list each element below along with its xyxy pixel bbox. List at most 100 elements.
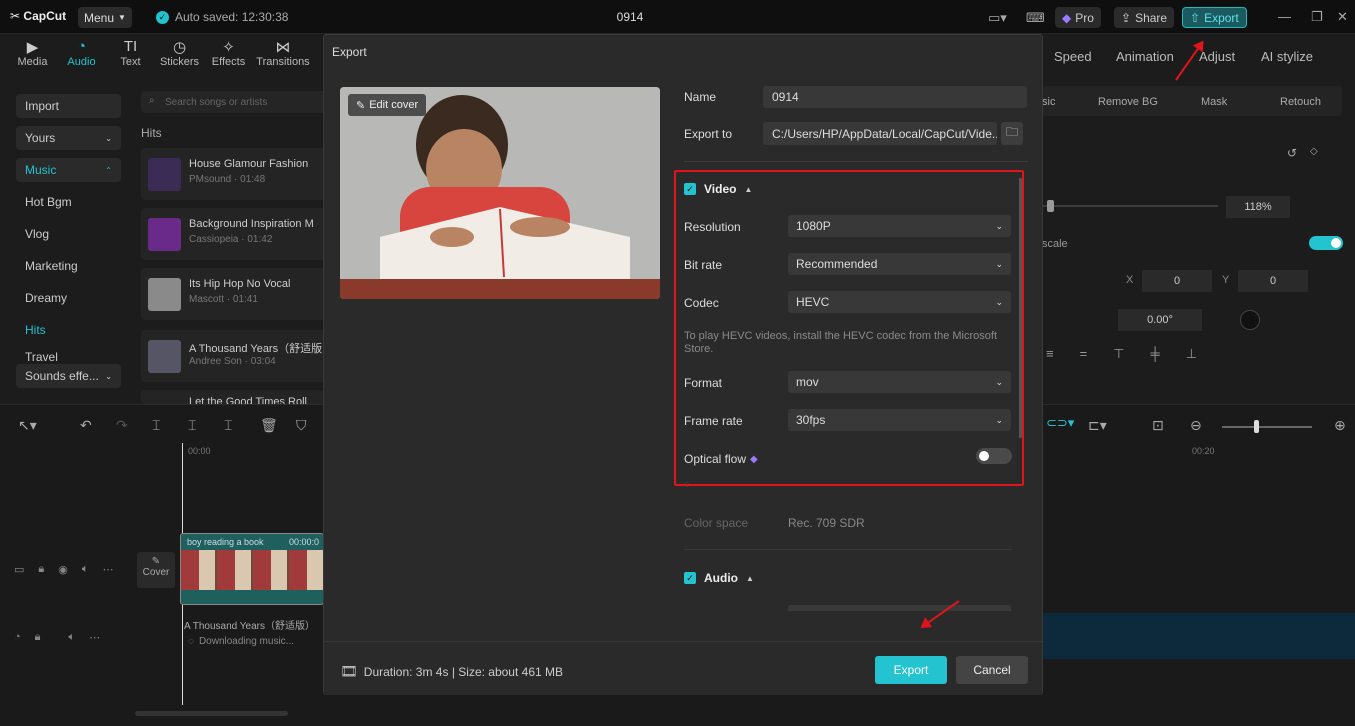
list-item[interactable]: Let the Good Times Roll (141, 390, 331, 404)
cancel-button[interactable]: Cancel (956, 656, 1028, 684)
folder-icon[interactable]: 🗀 (1001, 122, 1023, 145)
split-right-icon[interactable]: ⌶ (224, 417, 232, 434)
more-icon[interactable]: ⋯ (102, 563, 113, 576)
maximize-icon[interactable]: ❐ (1311, 9, 1323, 25)
redo-icon[interactable]: ↷ (116, 417, 128, 434)
undo-icon[interactable]: ↶ (80, 417, 92, 434)
tab-ai-stylize[interactable]: AI stylize (1261, 49, 1313, 64)
zoom-out-icon[interactable]: ⊖ (1190, 417, 1202, 434)
horizontal-scrollbar[interactable] (135, 711, 288, 716)
lock-icon[interactable]: 🔒︎ (38, 563, 44, 576)
rotation-dial[interactable] (1240, 310, 1260, 330)
split-left-icon[interactable]: ⌶ (188, 417, 196, 434)
category-dreamy[interactable]: Dreamy (16, 286, 121, 310)
audio-clip-region[interactable] (1042, 613, 1355, 659)
align-right-icon[interactable]: = (1080, 346, 1088, 368)
list-item[interactable]: A Thousand Years（舒适版 Andree Son · 03:04 (141, 330, 331, 382)
optical-flow-label: Optical flow (684, 452, 747, 466)
category-travel[interactable]: Travel (16, 350, 121, 364)
subtab-remove-bg[interactable]: Remove BG (1098, 96, 1158, 108)
video-section-header[interactable]: ✓ Video ▲ (684, 182, 752, 196)
tab-adjust[interactable]: Adjust (1199, 49, 1235, 64)
tab-text[interactable]: TI Text (106, 38, 155, 74)
tab-transitions[interactable]: ⋈ Transitions (253, 38, 313, 74)
align-center-icon[interactable]: ≡ (1046, 346, 1054, 368)
zoom-in-icon[interactable]: ⊕ (1334, 417, 1346, 434)
export-button-top[interactable]: ⇧ Export (1182, 7, 1247, 28)
scale-value[interactable]: 118% (1226, 196, 1290, 218)
bitrate-select[interactable]: Recommended ⌄ (788, 253, 1011, 275)
reset-icon[interactable]: ↺ (1287, 146, 1297, 160)
close-icon[interactable]: ✕ (1337, 9, 1348, 25)
align-bottom-icon[interactable]: ⊥ (1186, 346, 1197, 368)
audio-format-select[interactable] (788, 605, 1011, 611)
framerate-select[interactable]: 30fps ⌄ (788, 409, 1011, 431)
preview-axis-icon[interactable]: ⊡ (1152, 417, 1164, 434)
video-checkbox[interactable]: ✓ (684, 183, 696, 195)
list-item[interactable]: House Glamour Fashion PMsound · 01:48 (141, 148, 331, 200)
share-button[interactable]: ⇪ Share (1114, 7, 1175, 28)
format-select[interactable]: mov ⌄ (788, 371, 1011, 393)
category-hot-bgm[interactable]: Hot Bgm (16, 190, 121, 214)
subtab-mask[interactable]: Mask (1201, 96, 1227, 108)
more-icon[interactable]: ⋯ (89, 631, 100, 644)
optical-flow-toggle[interactable] (976, 448, 1012, 464)
layout-icon[interactable]: ▭▾ (988, 10, 1007, 26)
list-item[interactable]: Background Inspiration M Cassiopeia · 01:… (141, 208, 331, 260)
x-input[interactable]: 0 (1142, 270, 1212, 292)
zoom-slider-handle[interactable] (1254, 420, 1259, 433)
eye-icon[interactable]: ◉ (58, 563, 68, 576)
export-path-input[interactable]: C:/Users/HP/AppData/Local/CapCut/Vide... (763, 122, 997, 145)
keyframe-icon[interactable]: ◇ (1310, 146, 1318, 157)
link-icon[interactable]: ⊏▾ (1088, 417, 1107, 434)
tab-speed[interactable]: Speed (1054, 49, 1092, 64)
menu-button[interactable]: Menu ▼ (78, 7, 132, 28)
volume-icon[interactable]: 🔈︎ (82, 563, 89, 576)
category-hits[interactable]: Hits (16, 318, 121, 342)
subtab-basic[interactable]: sic (1042, 96, 1055, 108)
align-middle-icon[interactable]: ╪ (1151, 346, 1160, 368)
rotation-input[interactable]: 0.00° (1118, 309, 1202, 331)
magnet-icon[interactable]: ⊂⊃▾ (1046, 415, 1074, 431)
minimize-icon[interactable]: — (1278, 9, 1291, 24)
select-tool-icon[interactable]: ↖▾ (18, 417, 37, 434)
video-clip[interactable]: boy reading a book 00:00:0 (180, 533, 324, 605)
tab-media[interactable]: ▶ Media (8, 38, 57, 74)
cover-button[interactable]: ✎ Cover (137, 552, 175, 588)
uniform-scale-toggle[interactable] (1309, 236, 1343, 250)
audio-checkbox[interactable]: ✓ (684, 572, 696, 584)
scale-slider-handle[interactable] (1047, 200, 1054, 212)
search-input[interactable]: ⌕ Search songs or artists (141, 91, 331, 113)
codec-select[interactable]: HEVC ⌄ (788, 291, 1011, 313)
category-yours[interactable]: Yours ⌄ (16, 126, 121, 150)
list-item[interactable]: Its Hip Hop No Vocal Mascott · 01:41 (141, 268, 331, 320)
name-input[interactable]: 0914 (763, 86, 1027, 108)
subtab-retouch[interactable]: Retouch (1280, 96, 1321, 108)
tab-animation[interactable]: Animation (1116, 49, 1174, 64)
pro-button[interactable]: ◆ Pro (1055, 7, 1101, 28)
audio-section-header[interactable]: ✓ Audio ▲ (684, 571, 754, 585)
tab-stickers[interactable]: ◷ Stickers (155, 38, 204, 74)
export-button[interactable]: Export (875, 656, 947, 684)
edit-cover-button[interactable]: ✎ Edit cover (348, 94, 427, 116)
scale-slider[interactable] (1042, 205, 1218, 207)
y-input[interactable]: 0 (1238, 270, 1308, 292)
category-import[interactable]: Import (16, 94, 121, 118)
keyboard-icon[interactable]: ⌨ (1026, 10, 1045, 26)
align-top-icon[interactable]: ⊤ (1113, 346, 1124, 368)
category-sounds-effects[interactable]: Sounds effe... ⌄ (16, 364, 121, 388)
lock-icon[interactable]: 🔒︎ (35, 631, 41, 644)
tab-audio[interactable]: ◔ Audio (57, 38, 106, 74)
dialog-scrollbar[interactable] (1019, 178, 1022, 438)
category-label: Music (25, 163, 57, 177)
split-icon[interactable]: ⌶ (152, 417, 160, 434)
marker-icon[interactable]: ⛉ (296, 417, 307, 434)
delete-icon[interactable]: 🗑 (260, 417, 278, 434)
category-music[interactable]: Music ⌃ (16, 158, 121, 182)
zoom-slider[interactable] (1222, 426, 1312, 428)
volume-icon[interactable]: 🔈︎ (69, 631, 76, 644)
category-vlog[interactable]: Vlog (16, 222, 121, 246)
category-marketing[interactable]: Marketing (16, 254, 121, 278)
tab-effects[interactable]: ✧ Effects (204, 38, 253, 74)
resolution-select[interactable]: 1080P ⌄ (788, 215, 1011, 237)
